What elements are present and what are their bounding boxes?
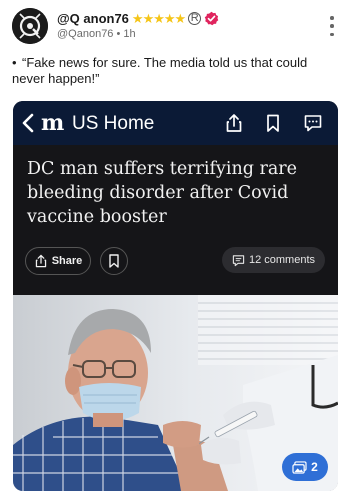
article-card[interactable]: m US Home DC man suffers terrifying rare…	[13, 101, 338, 491]
star-icon: ★	[142, 10, 155, 26]
post-body: “Fake news for sure. The media told us t…	[12, 55, 308, 86]
bookmark-button[interactable]	[100, 247, 128, 275]
bookmark-icon[interactable]	[263, 113, 283, 133]
share-icon[interactable]	[224, 113, 244, 133]
card-nav-bar: m US Home	[13, 101, 338, 145]
avatar[interactable]	[12, 8, 48, 44]
post-header: @Q anon76 ★ ★ ★ ★ ★ R @Qanon76 • 1h	[12, 8, 339, 44]
author-handle[interactable]: @Qanon76	[57, 28, 113, 40]
gallery-count-badge[interactable]: 2	[282, 453, 328, 481]
rating-stars: ★ ★ ★ ★ ★	[131, 10, 187, 26]
post-meta: @Qanon76 • 1h	[57, 28, 136, 40]
share-label: Share	[51, 255, 83, 267]
comments-button[interactable]: 12 comments	[221, 247, 325, 273]
author-line: @Q anon76 ★ ★ ★ ★ ★ R	[57, 10, 219, 26]
kebab-menu-icon[interactable]	[329, 16, 335, 36]
comment-icon[interactable]	[303, 113, 323, 133]
headline-area: DC man suffers terrifying rare bleeding …	[13, 145, 338, 295]
article-photo[interactable]: 2	[13, 295, 338, 491]
star-icon: ★	[163, 10, 176, 26]
verified-badge-icon	[204, 11, 219, 26]
bullet-marker: •	[12, 55, 17, 70]
comment-icon	[232, 254, 245, 266]
registered-mark: R	[188, 11, 202, 25]
q-logo-avatar-icon	[12, 8, 48, 44]
post-text: • “Fake news for sure. The media told us …	[12, 55, 334, 87]
nav-title[interactable]: US Home	[72, 114, 154, 134]
gallery-icon	[292, 460, 307, 474]
post-time: 1h	[123, 28, 136, 40]
comments-count: 12 comments	[248, 254, 315, 266]
star-icon: ★	[153, 10, 165, 26]
site-logo[interactable]: m	[41, 112, 64, 134]
bookmark-icon	[109, 254, 119, 268]
article-headline[interactable]: DC man suffers terrifying rare bleeding …	[27, 157, 327, 229]
share-button[interactable]: Share	[25, 247, 91, 275]
star-icon: ★	[174, 10, 187, 26]
meta-separator: •	[116, 28, 121, 40]
share-icon	[35, 254, 46, 268]
author-name[interactable]: @Q anon76	[57, 11, 129, 26]
back-chevron-icon[interactable]	[21, 113, 35, 133]
star-icon: ★	[131, 10, 144, 26]
gallery-count: 2	[311, 460, 318, 474]
